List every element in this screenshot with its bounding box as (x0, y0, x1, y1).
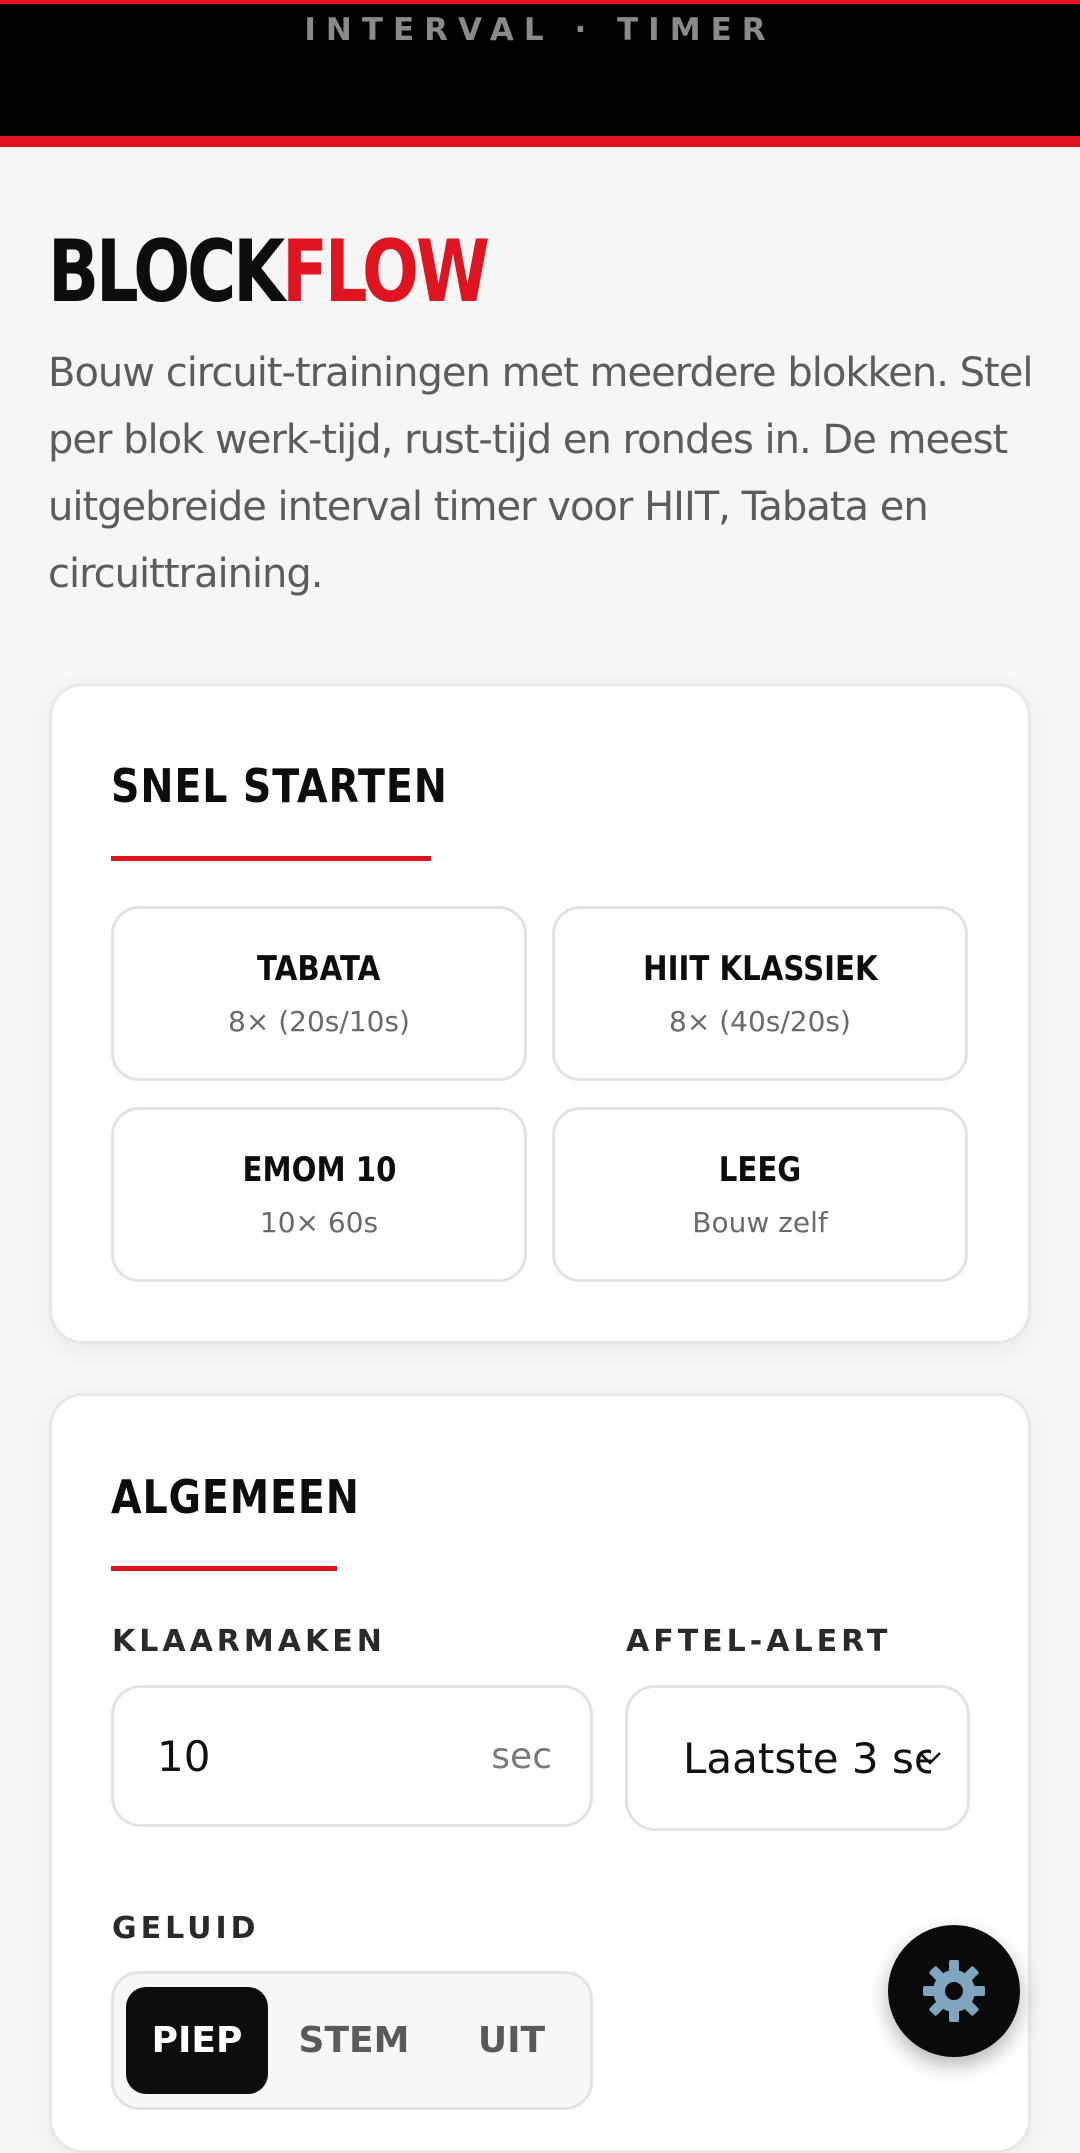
sound-option-piep[interactable]: PIEP (126, 1987, 268, 2094)
logo-part-flow: FLOW (282, 222, 490, 322)
sound-segmented-control: PIEP STEM UIT (111, 1971, 593, 2110)
gear-icon (923, 1960, 985, 2022)
sound-option-stem[interactable]: STEM (279, 1987, 429, 2094)
preset-hiit-klassiek[interactable]: HIIT KLASSIEK 8× (40s/20s) (552, 906, 968, 1081)
intro-text: Bouw circuit-trainingen met meerdere blo… (48, 350, 1033, 597)
countdown-alert-label: AFTEL-ALERT (626, 1624, 892, 1659)
preset-leeg[interactable]: LEEG Bouw zelf (552, 1107, 968, 1282)
preset-detail: Bouw zelf (692, 1206, 828, 1239)
settings-fab-button[interactable] (888, 1925, 1020, 2057)
prepare-input[interactable]: 10 sec (111, 1685, 593, 1827)
quick-start-title: SNEL STARTEN (111, 759, 448, 813)
preset-detail: 8× (40s/20s) (669, 1005, 851, 1038)
preset-tabata[interactable]: TABATA 8× (20s/10s) (111, 906, 527, 1081)
prepare-value: 10 (157, 1732, 211, 1781)
preset-name: TABATA (257, 949, 381, 989)
countdown-alert-select[interactable]: Laatste 3 sec (625, 1685, 970, 1831)
sound-option-uit[interactable]: UIT (439, 1987, 584, 2094)
preset-detail: 8× (20s/10s) (228, 1005, 410, 1038)
preset-name: LEEG (718, 1150, 802, 1190)
prepare-label: KLAARMAKEN (112, 1624, 386, 1659)
prepare-unit: sec (491, 1736, 552, 1777)
general-title: ALGEMEEN (111, 1470, 360, 1524)
sound-label: GELUID (112, 1911, 260, 1946)
preset-name: EMOM 10 (242, 1150, 396, 1190)
countdown-alert-value: Laatste 3 sec (683, 1734, 931, 1783)
top-header-bar: INTERVAL · TIMER (0, 0, 1080, 147)
chevron-down-icon (919, 1752, 941, 1765)
quick-start-underline (111, 856, 431, 861)
app-logo: BLOCKFLOW (48, 222, 490, 322)
logo-part-block: BLOCK (48, 222, 285, 322)
quick-start-card: SNEL STARTEN TABATA 8× (20s/10s) HIIT KL… (49, 683, 1031, 1344)
general-card: ALGEMEEN KLAARMAKEN 10 sec AFTEL-ALERT L… (49, 1393, 1031, 2153)
preset-emom-10[interactable]: EMOM 10 10× 60s (111, 1107, 527, 1282)
header-label: INTERVAL · TIMER (304, 12, 776, 48)
preset-detail: 10× 60s (259, 1206, 379, 1239)
general-underline (111, 1566, 337, 1571)
preset-name: HIIT KLASSIEK (642, 949, 878, 989)
